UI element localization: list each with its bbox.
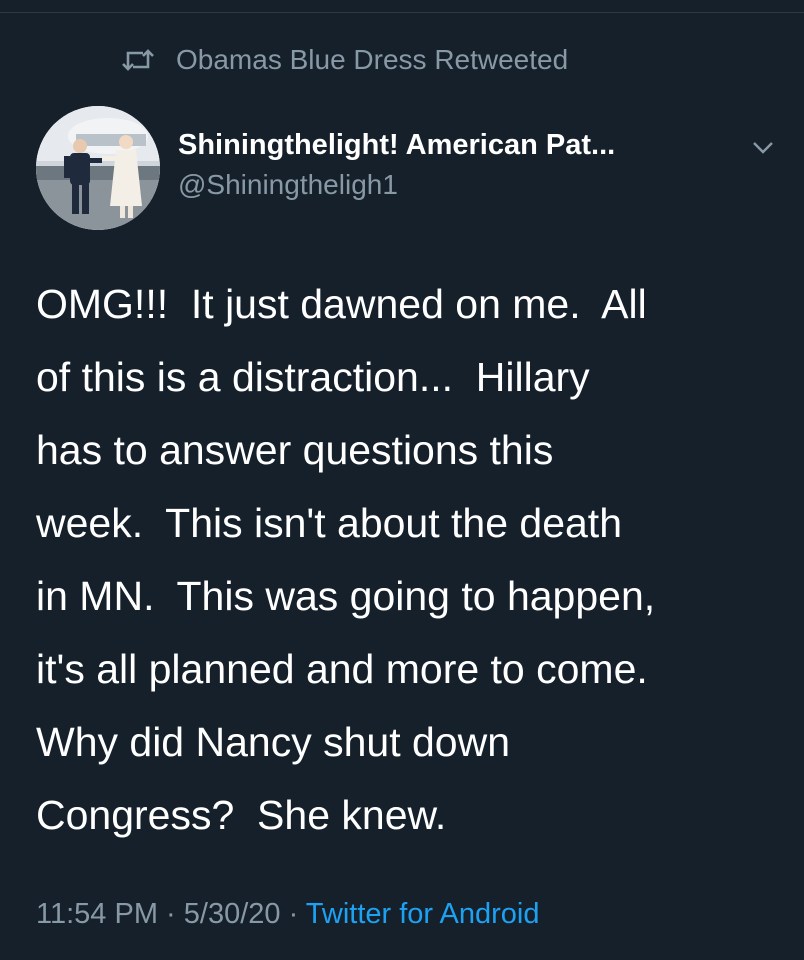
retweet-icon (118, 45, 158, 75)
tweet-text-line: Congress? She knew. (36, 792, 447, 838)
avatar[interactable] (36, 106, 160, 230)
tweet-time[interactable]: 11:54 PM (36, 898, 158, 930)
tweet-metadata: 11:54 PM · 5/30/20 · Twitter for Android (36, 894, 540, 934)
tweet-text-line: OMG!!! It just dawned on me. All (36, 281, 647, 327)
tweet-text-line: of this is a distraction... Hillary (36, 354, 590, 400)
tweet-text-line: week. This isn't about the death (36, 500, 622, 546)
tweet-source-link[interactable]: Twitter for Android (306, 898, 540, 930)
tweet-text-line: Why did Nancy shut down (36, 719, 511, 765)
top-divider (0, 12, 804, 13)
retweet-context[interactable]: Obamas Blue Dress Retweeted (118, 40, 568, 80)
tweet-text-line: it's all planned and more to come. (36, 646, 648, 692)
meta-separator: · (280, 898, 306, 930)
display-name[interactable]: Shiningthelight! American Pat... (178, 127, 615, 163)
tweet-date[interactable]: 5/30/20 (184, 898, 281, 930)
chevron-down-icon[interactable] (748, 134, 778, 160)
meta-separator: · (157, 898, 184, 930)
tweet-author[interactable]: Shiningthelight! American Pat... @Shinin… (178, 127, 615, 203)
tweet-text-line: has to answer questions this (36, 427, 554, 473)
user-handle[interactable]: @Shiningtheligh1 (178, 167, 615, 203)
tweet-text: OMG!!! It just dawned on me. All of this… (36, 268, 776, 852)
tweet-text-line: in MN. This was going to happen, (36, 573, 656, 619)
retweet-label: Obamas Blue Dress Retweeted (176, 44, 569, 75)
